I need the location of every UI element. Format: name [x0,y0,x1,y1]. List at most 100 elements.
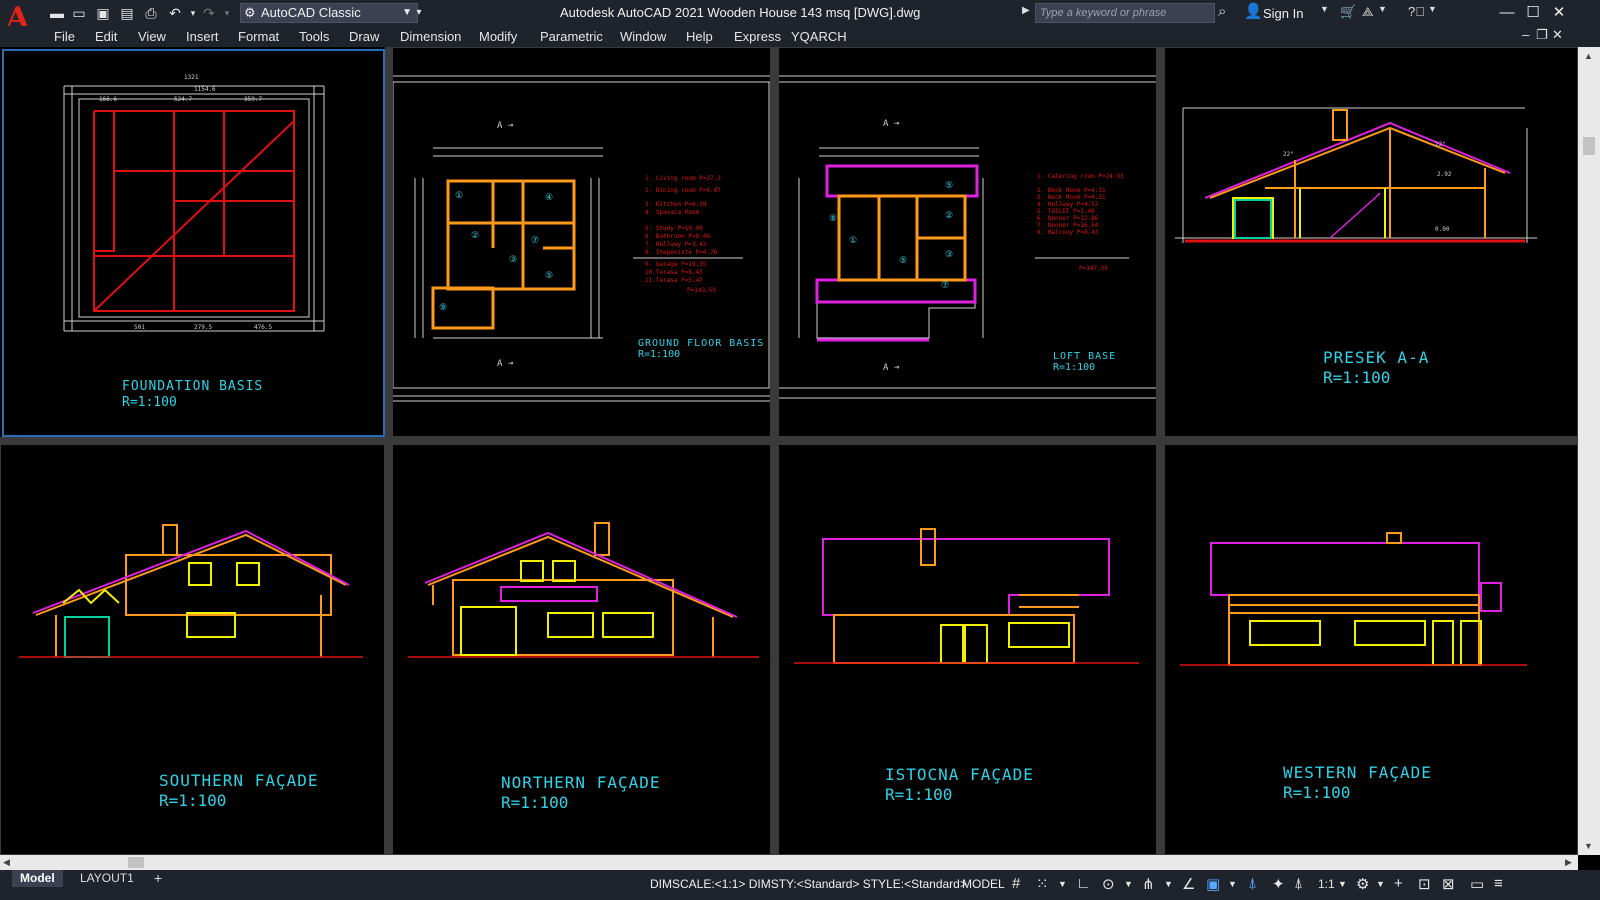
viewport-splitter-vertical[interactable] [771,47,778,855]
isodraft-icon[interactable]: ⋔ [1142,875,1155,893]
menu-parametric[interactable]: Parametric [540,29,603,44]
scroll-down-icon[interactable]: ▼ [1584,841,1593,851]
redo-dropdown-icon[interactable]: ▾ [218,4,236,22]
chevron-down-icon[interactable]: ▼ [1378,4,1387,14]
horizontal-scrollbar[interactable]: ◀ ▶ [0,855,1578,870]
menu-file[interactable]: File [54,29,75,44]
model-space-button[interactable]: MODEL [962,877,1005,891]
new-icon[interactable]: ▬ [48,4,66,22]
chevron-down-icon[interactable]: ▼ [1428,4,1437,14]
customize-quick-access-icon[interactable]: ▾ [410,4,428,22]
annotation-scale-icon[interactable]: ⍋ [1294,875,1303,892]
workspace-gear-icon[interactable]: ⚙ [1356,875,1369,893]
chevron-down-icon[interactable]: ▼ [1124,879,1133,889]
grid-icon[interactable]: # [1012,875,1020,892]
object-snap-icon[interactable]: ∠ [1182,875,1195,893]
polar-tracking-icon[interactable]: ⊙ [1102,875,1115,893]
menu-edit[interactable]: Edit [95,29,117,44]
scrollbar-thumb[interactable] [128,857,144,868]
menu-yqarch[interactable]: YQARCH [791,29,847,44]
chevron-down-icon[interactable]: ▼ [1058,879,1067,889]
vertical-scrollbar[interactable]: ▲ ▼ [1578,47,1600,855]
chevron-down-icon[interactable]: ▼ [1164,879,1173,889]
workspace-select[interactable]: ⚙ AutoCAD Classic ▼ [240,3,418,23]
menu-insert[interactable]: Insert [186,29,219,44]
annotation-scale-value[interactable]: 1:1 [1318,877,1335,891]
print-icon[interactable]: ⎙ [142,4,160,22]
close-icon[interactable]: ✕ [1548,2,1570,24]
viewport-splitter-vertical[interactable] [1157,47,1164,855]
autodesk-a360-icon[interactable]: ⟁ [1362,4,1374,20]
auto-scale-icon[interactable]: ✦ [1272,875,1285,893]
annotation-monitor-icon[interactable]: + [1394,875,1403,892]
help-icon[interactable]: ?⃝ [1408,4,1425,19]
viewport-presek-a-a[interactable]: 22° 22° 2.92 0.00 PRESEK A-A R=1:100 [1164,47,1578,437]
svg-text:6. Nonner P=12.86: 6. Nonner P=12.86 [1037,215,1099,222]
selection-cycling-icon[interactable]: ▣ [1206,875,1220,893]
menu-window[interactable]: Window [620,29,666,44]
save-as-icon[interactable]: ▤ [118,4,136,22]
svg-text:22°: 22° [1435,141,1446,148]
quick-properties-icon[interactable]: ⊠ [1442,875,1455,893]
maximize-icon[interactable]: ☐ [1522,2,1544,24]
tab-layout1[interactable]: LAYOUT1 [72,870,142,887]
chevron-down-icon[interactable]: ▼ [1338,879,1347,889]
scroll-left-icon[interactable]: ◀ [3,857,10,868]
annotation-visibility-icon[interactable]: ⍋ [1248,875,1257,892]
sign-in-link[interactable]: Sign In [1263,6,1303,21]
chevron-right-icon[interactable]: ▶ [1022,5,1030,16]
menu-tools[interactable]: Tools [299,29,329,44]
workspace-label: AutoCAD Classic [261,5,361,20]
svg-text:⑧: ⑧ [829,214,837,224]
viewport-istocna-facade[interactable]: ISTOCNA FAÇADE R=1:100 [778,444,1157,855]
svg-text:4. Spavaca Room: 4. Spavaca Room [645,209,700,216]
viewport-loft-base[interactable]: ⑧ ① ⑤ ② ③ ⑤ ⑦ 1. Catering room P=24.93 2. Be… [778,47,1157,437]
chevron-down-icon[interactable]: ▼ [1228,879,1237,889]
viewport-scale: R=1:100 [1283,783,1351,802]
svg-text:③: ③ [945,250,953,260]
viewport-foundation-basis[interactable]: 1321 1154.6 166.6 524.7 359.7 501 279.5 476.5… [2,49,385,437]
search-input[interactable]: Type a keyword or phrase [1035,3,1215,23]
viewport-splitter-horizontal[interactable] [0,437,1578,444]
redo-icon[interactable]: ↷ [200,4,218,22]
title-bar: A ▬ ▭ ▣ ▤ ⎙ ↶ ▾ ↷ ▾ ⚙ AutoCAD Classic ▼ … [0,0,1600,36]
user-icon[interactable]: 👤 [1244,2,1263,20]
mdi-minimize-icon[interactable]: – [1522,27,1529,42]
menu-help[interactable]: Help [686,29,713,44]
viewport-northern-facade[interactable]: NORTHERN FAÇADE R=1:100 [392,444,771,855]
open-icon[interactable]: ▭ [70,4,88,22]
undo-icon[interactable]: ↶ [166,4,184,22]
viewport-southern-facade[interactable]: SOUTHERN FAÇADE R=1:100 [0,444,385,855]
scroll-up-icon[interactable]: ▲ [1584,51,1593,61]
menu-view[interactable]: View [138,29,166,44]
svg-text:⑦: ⑦ [941,281,949,291]
menu-dimension[interactable]: Dimension [400,29,461,44]
units-icon[interactable]: ⊡ [1418,875,1431,893]
clean-screen-icon[interactable]: ▭ [1470,875,1484,893]
save-icon[interactable]: ▣ [94,4,112,22]
chevron-down-icon[interactable]: ▼ [1376,879,1385,889]
viewport-ground-floor-basis[interactable]: ① ④ ② ⑦ ⑤ ③ ⑨ 1. Living room P=27.3 2. Dinin… [392,47,771,437]
add-layout-button[interactable]: + [146,870,170,887]
mdi-close-icon[interactable]: ✕ [1552,27,1563,43]
search-icon[interactable]: ⌕ [1218,3,1226,20]
scrollbar-thumb[interactable] [1583,137,1595,155]
ortho-icon[interactable]: ∟ [1076,875,1091,892]
tab-model[interactable]: Model [12,870,63,887]
drawing-canvas[interactable]: 1321 1154.6 166.6 524.7 359.7 501 279.5 476.5… [0,47,1578,855]
customization-icon[interactable]: ≡ [1494,875,1503,892]
viewport-splitter-vertical[interactable] [385,47,392,855]
viewport-title: FOUNDATION BASIS [122,379,264,394]
western-elevation-drawing [1180,532,1527,666]
mdi-restore-icon[interactable]: ❐ [1536,27,1548,43]
viewport-western-facade[interactable]: WESTERN FAÇADE R=1:100 [1164,444,1578,855]
snap-icon[interactable]: ⁙ [1036,875,1049,893]
menu-modify[interactable]: Modify [479,29,517,44]
chevron-down-icon[interactable]: ▼ [1320,4,1329,14]
menu-format[interactable]: Format [238,29,279,44]
minimize-icon[interactable]: — [1496,2,1518,24]
menu-express[interactable]: Express [734,29,781,44]
scroll-right-icon[interactable]: ▶ [1565,857,1572,868]
menu-draw[interactable]: Draw [349,29,379,44]
cart-icon[interactable]: 🛒 [1340,4,1356,20]
